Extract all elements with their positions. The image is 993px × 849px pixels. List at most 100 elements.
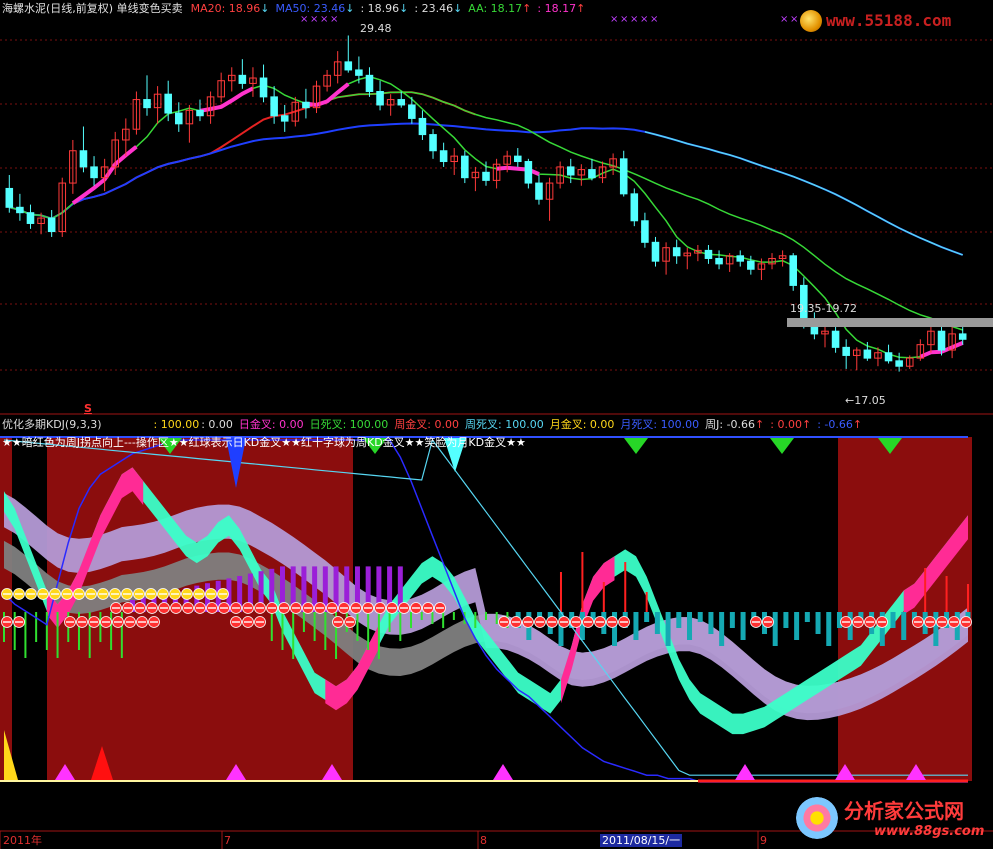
histogram-bar xyxy=(399,612,402,641)
watermark-top-text: www.55188.com xyxy=(826,11,952,30)
kdj-value-3: : 0.00 xyxy=(770,418,802,431)
histogram-bar xyxy=(559,572,562,612)
smiley-ball xyxy=(133,588,145,600)
histogram-bar xyxy=(452,612,455,620)
dot-mark: × xyxy=(310,14,318,25)
smiley-ball xyxy=(13,588,25,600)
candle-body xyxy=(524,161,533,184)
histogram-bar xyxy=(410,612,413,628)
red-ball xyxy=(546,616,558,628)
histogram-bar xyxy=(729,612,735,628)
ma20-arrow-icon: ↓ xyxy=(260,2,270,15)
weekly-golden-cross: 周金叉: 0.00 xyxy=(394,418,460,431)
smiley-ball xyxy=(109,588,121,600)
dot-mark: × xyxy=(610,14,618,25)
red-ball xyxy=(124,616,136,628)
x-label-sep: 9 xyxy=(760,834,767,847)
daily-dead-cross: 日死叉: 100.00 xyxy=(309,418,389,431)
x-label-cursor-date: 2011/08/15/一 xyxy=(600,834,683,847)
red-ball xyxy=(570,616,582,628)
candle-body xyxy=(588,169,596,179)
red-ball xyxy=(112,616,124,628)
histogram-bar xyxy=(24,612,27,658)
candle-body xyxy=(344,61,353,71)
cross-ball xyxy=(230,602,242,614)
smiley-ball xyxy=(61,588,73,600)
histogram-bar xyxy=(933,612,939,646)
smiley-ball xyxy=(25,588,37,600)
red-ball xyxy=(606,616,618,628)
smiley-ball xyxy=(37,588,49,600)
cross-ball xyxy=(110,602,122,614)
red-ball xyxy=(76,616,88,628)
dot-mark: × xyxy=(620,14,628,25)
candle-body xyxy=(90,166,98,179)
cross-ball xyxy=(146,602,158,614)
smiley-ball xyxy=(205,588,217,600)
candle-body xyxy=(630,193,639,222)
candle-body xyxy=(863,349,872,359)
histogram-bar xyxy=(495,612,498,624)
candle-body xyxy=(842,346,850,356)
smiley-ball xyxy=(169,588,181,600)
cross-ball xyxy=(194,602,206,614)
watermark-top: www.55188.com xyxy=(800,10,988,36)
histogram-bar xyxy=(99,612,102,642)
weekly-j: 周J: -0.66 xyxy=(705,418,756,431)
smiley-ball xyxy=(217,588,229,600)
candle-body xyxy=(355,69,363,76)
smiley-ball xyxy=(181,588,193,600)
kdj-value-1: : 100.00 xyxy=(153,418,200,431)
cross-ball xyxy=(254,602,266,614)
cross-ball xyxy=(278,602,290,614)
red-ball xyxy=(948,616,960,628)
cross-ball xyxy=(182,602,194,614)
range-bar xyxy=(787,318,993,327)
red-ball xyxy=(242,616,254,628)
red-ball xyxy=(100,616,112,628)
candle-body xyxy=(513,155,522,163)
value-2-arrow-icon: ↓ xyxy=(453,2,463,15)
smiley-ball xyxy=(145,588,157,600)
cross-ball xyxy=(170,602,182,614)
aa-label: AA: 18.17 xyxy=(468,2,523,15)
histogram-bar xyxy=(645,592,648,612)
histogram-bar xyxy=(420,612,423,620)
red-ball xyxy=(522,616,534,628)
dot-mark: × xyxy=(790,14,798,25)
red-ball xyxy=(1,616,13,628)
histogram-bar xyxy=(826,612,832,646)
histogram-bar xyxy=(292,612,295,659)
value-1: : 18.96 xyxy=(360,2,400,15)
cross-ball xyxy=(398,602,410,614)
red-ball xyxy=(960,616,972,628)
cross-ball xyxy=(314,602,326,614)
x-label-year: 2011年 xyxy=(3,834,42,847)
candle-body xyxy=(302,101,310,109)
candle-body xyxy=(884,352,893,362)
monthly-dead-cross: 月死叉: 100.00 xyxy=(620,418,700,431)
candle-body xyxy=(259,77,268,98)
candle-body xyxy=(651,241,660,262)
histogram-bar xyxy=(654,612,660,634)
histogram-bar xyxy=(783,612,789,628)
red-ball xyxy=(230,616,242,628)
histogram-bar xyxy=(740,612,746,640)
candle-body xyxy=(789,255,797,286)
dot-mark: × xyxy=(300,14,308,25)
histogram-bar xyxy=(485,612,487,620)
candle xyxy=(630,188,639,227)
logo-icon xyxy=(800,10,822,32)
cross-ball xyxy=(362,602,374,614)
cross-ball xyxy=(326,602,338,614)
red-ball xyxy=(534,616,546,628)
red-ball xyxy=(924,616,936,628)
x-label-jul: 7 xyxy=(224,834,231,847)
cross-ball xyxy=(158,602,170,614)
cross-ball xyxy=(422,602,434,614)
histogram-bar xyxy=(377,612,380,659)
kdj-value-3-arrow-icon: ↑ xyxy=(801,418,812,431)
candle-body xyxy=(397,99,406,106)
histogram-bar xyxy=(356,612,359,641)
candle-body xyxy=(461,155,469,179)
